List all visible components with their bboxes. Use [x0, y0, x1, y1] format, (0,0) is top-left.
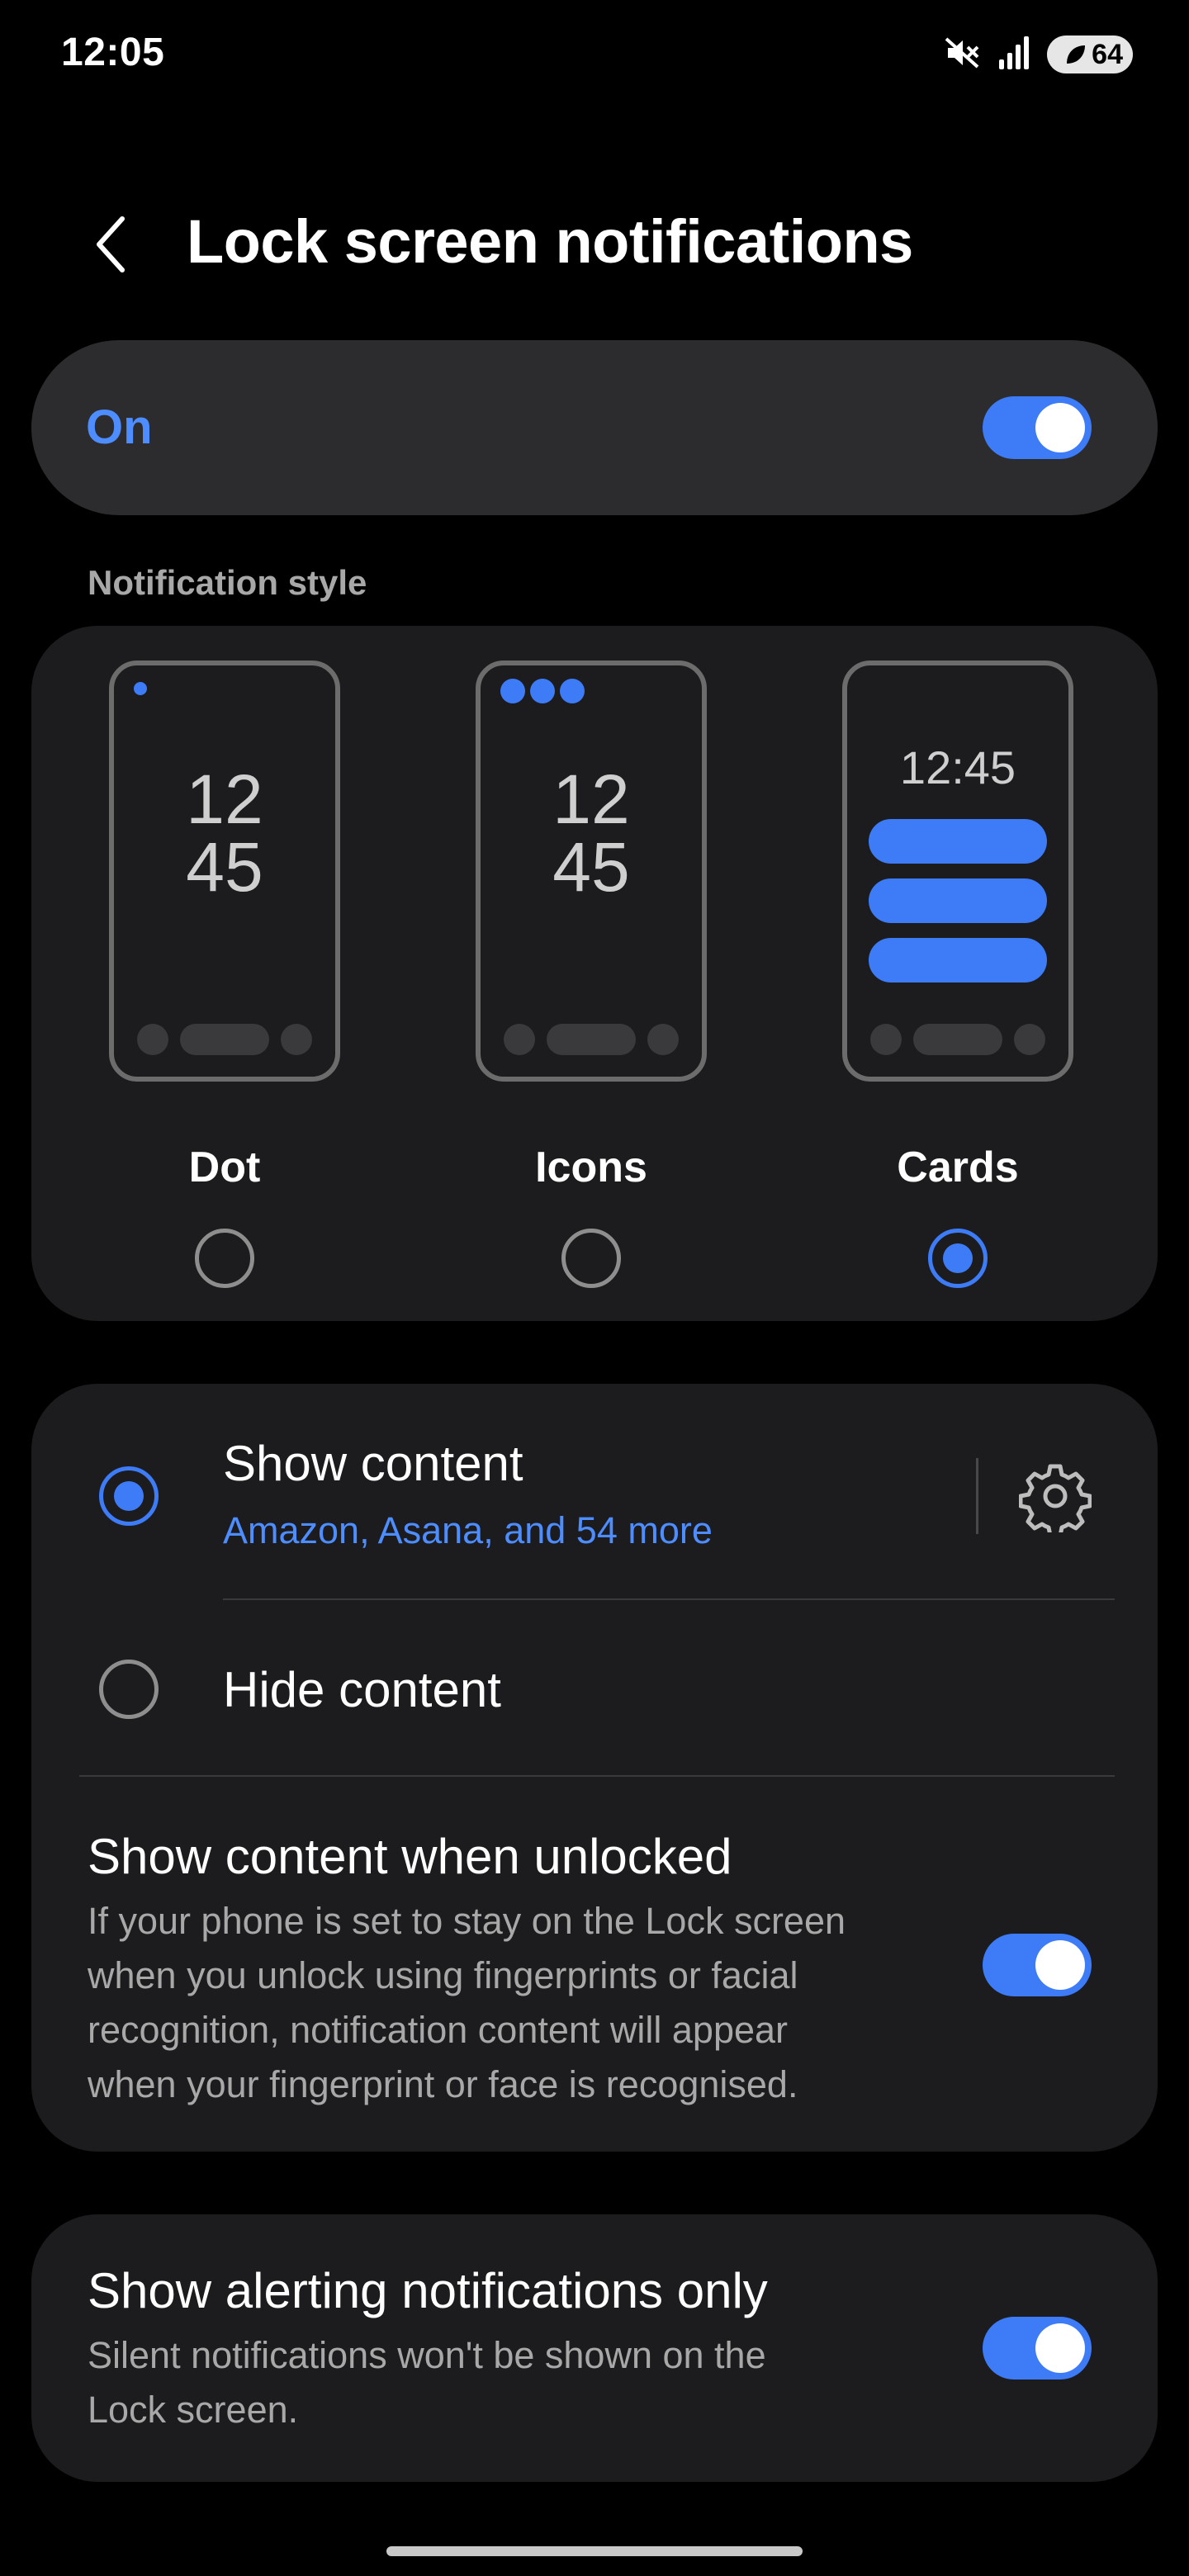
preview-clock-hours: 12: [552, 760, 630, 838]
style-radio-icons[interactable]: [561, 1229, 621, 1288]
master-toggle[interactable]: [983, 396, 1092, 459]
content-visibility-card: Show content Amazon, Asana, and 54 more …: [31, 1384, 1158, 2152]
style-label-dot: Dot: [188, 1144, 261, 1191]
show-content-settings-button[interactable]: [1018, 1460, 1092, 1538]
preview-nav-bar: [870, 1024, 1045, 1055]
signal-icon: [997, 35, 1030, 75]
preview-nav-bar: [504, 1024, 679, 1055]
master-switch-row[interactable]: On: [31, 340, 1158, 515]
back-button[interactable]: [86, 211, 135, 277]
preview-card-2: [869, 878, 1047, 923]
alerting-only-card: Show alerting notifications only Silent …: [31, 2214, 1158, 2482]
style-label-cards: Cards: [897, 1144, 1019, 1191]
mute-icon: [943, 34, 981, 76]
alerting-only-description: Silent notifications won't be shown on t…: [88, 2334, 766, 2431]
preview-clock: 12:45: [899, 741, 1016, 793]
dot-indicator: [134, 682, 147, 695]
style-label-icons: Icons: [535, 1144, 647, 1191]
icons-indicator: [500, 679, 585, 703]
preview-nav-bar: [137, 1024, 312, 1055]
style-radio-cards[interactable]: [928, 1229, 988, 1288]
notification-style-card: 12 45 Dot 12 45 Icons 12:45 Cards: [31, 626, 1158, 1321]
section-label-notification-style: Notification style: [88, 563, 367, 602]
battery-level: 64: [1092, 38, 1123, 70]
show-content-radio[interactable]: [99, 1466, 159, 1526]
show-content-title[interactable]: Show content: [223, 1435, 523, 1492]
preview-clock-minutes: 45: [552, 828, 630, 906]
show-when-unlocked-title[interactable]: Show content when unlocked: [88, 1828, 732, 1885]
preview-clock-hours: 12: [186, 760, 263, 838]
battery-indicator: 64: [1047, 36, 1133, 73]
status-time: 12:05: [61, 31, 165, 74]
hide-content-title[interactable]: Hide content: [223, 1661, 501, 1718]
alerting-only-toggle[interactable]: [983, 2317, 1092, 2379]
style-preview-icons[interactable]: 12 45: [476, 661, 707, 1082]
home-indicator[interactable]: [386, 2546, 803, 2556]
alerting-only-title[interactable]: Show alerting notifications only: [88, 2262, 768, 2319]
preview-clock-minutes: 45: [186, 828, 263, 906]
preview-card-3: [869, 938, 1047, 983]
status-icons: 64: [943, 33, 1133, 76]
show-when-unlocked-description: If your phone is set to stay on the Lock…: [88, 1900, 846, 2105]
style-preview-cards[interactable]: 12:45: [842, 661, 1073, 1082]
style-preview-dot[interactable]: 12 45: [109, 661, 340, 1082]
style-radio-dot[interactable]: [195, 1229, 254, 1288]
show-when-unlocked-toggle[interactable]: [983, 1934, 1092, 1996]
master-switch-label: On: [86, 400, 153, 454]
show-content-subtitle[interactable]: Amazon, Asana, and 54 more: [223, 1509, 713, 1552]
preview-card-1: [869, 819, 1047, 864]
row-divider: [223, 1598, 1115, 1600]
battery-saver-icon: [1067, 45, 1086, 64]
hide-content-radio[interactable]: [99, 1660, 159, 1719]
gear-icon: [1018, 1464, 1092, 1538]
page-title: Lock screen notifications: [187, 207, 913, 276]
back-arrow-icon: [97, 216, 125, 272]
row-divider-vertical: [976, 1458, 978, 1534]
row-divider: [79, 1775, 1115, 1777]
